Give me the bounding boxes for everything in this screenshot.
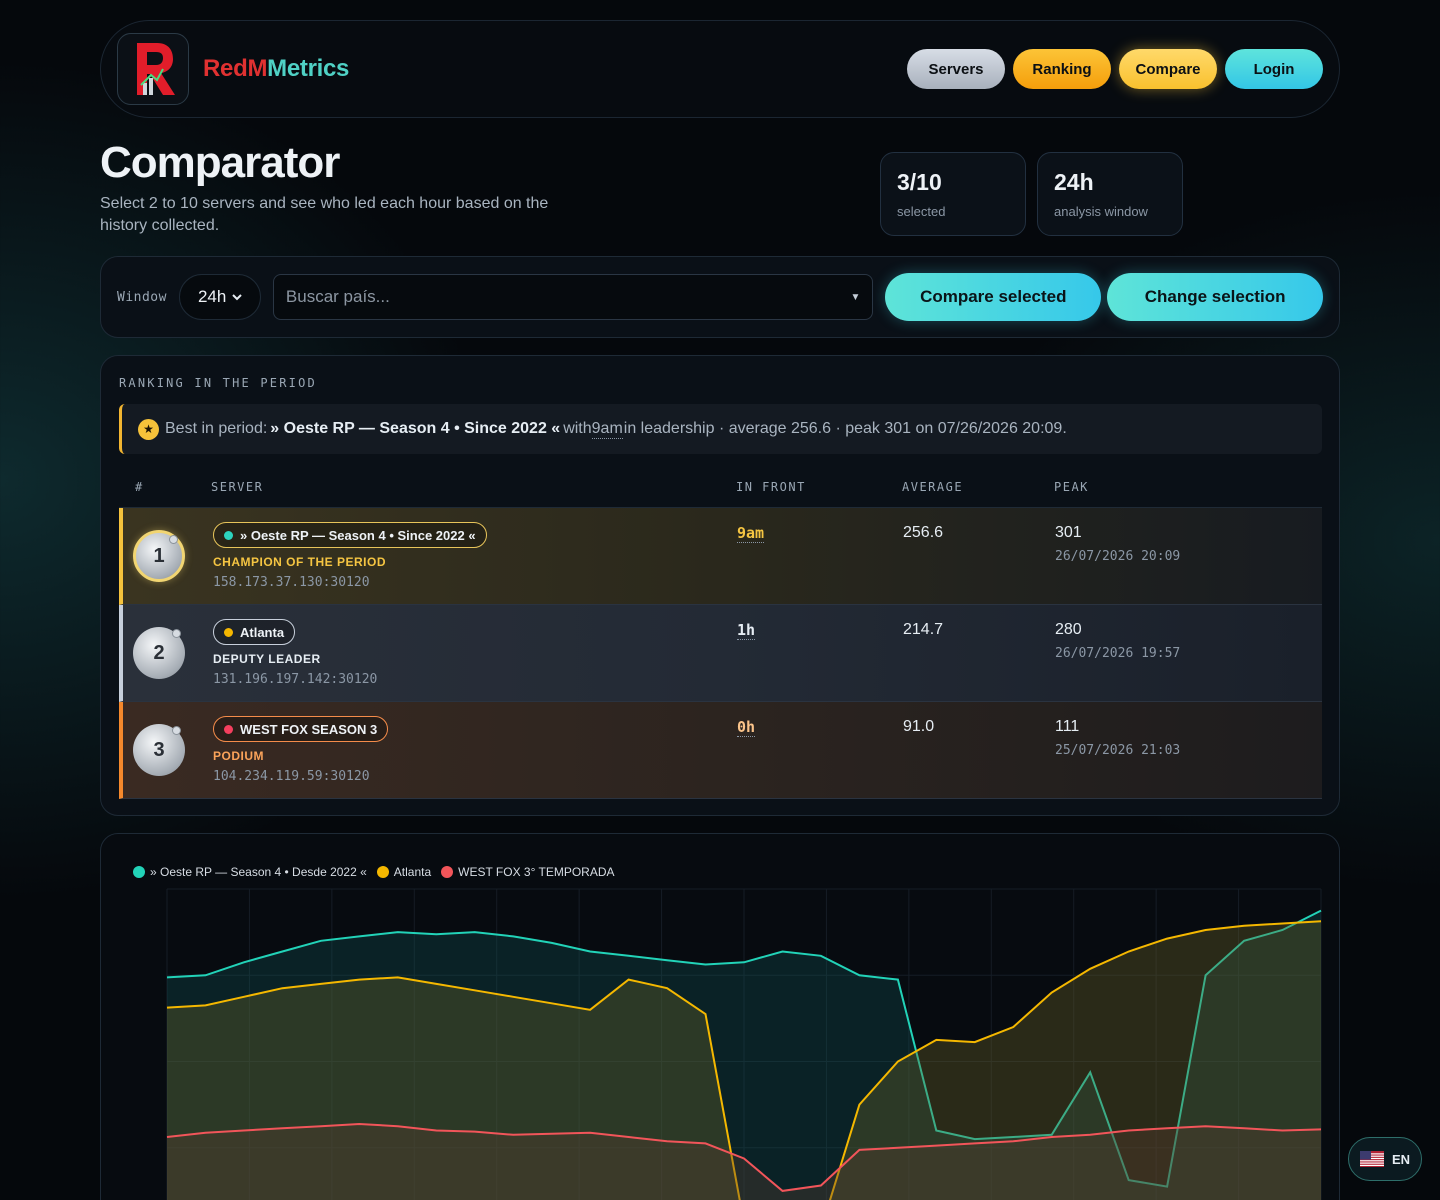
average-value: 256.6 bbox=[903, 524, 944, 541]
brand-red: RedM bbox=[203, 55, 268, 82]
average-value: 91.0 bbox=[903, 718, 935, 735]
rank-number: 1 bbox=[153, 544, 165, 567]
chevron-down-icon bbox=[232, 293, 242, 300]
change-selection-button[interactable]: Change selection bbox=[1107, 273, 1323, 321]
server-role: PODIUM bbox=[213, 749, 264, 763]
nav-compare-button[interactable]: Compare bbox=[1119, 49, 1217, 89]
server-name: » Oeste RP — Season 4 • Since 2022 « bbox=[240, 527, 476, 543]
server-role: DEPUTY LEADER bbox=[213, 652, 321, 666]
col-in-front: IN FRONT bbox=[736, 480, 806, 494]
server-pill[interactable]: WEST FOX SEASON 3 bbox=[213, 716, 389, 742]
best-with: with bbox=[563, 420, 592, 437]
window-select[interactable]: 24h bbox=[178, 274, 261, 320]
in-front-value: 9am bbox=[737, 524, 765, 543]
best-prefix: Best in period: bbox=[165, 420, 268, 437]
col-peak: PEAK bbox=[1054, 480, 1089, 494]
col-server: SERVER bbox=[211, 480, 264, 494]
window-stat-card: 24h analysis window bbox=[1037, 152, 1183, 236]
server-ip: 158.173.37.130:30120 bbox=[213, 575, 370, 590]
server-name: Atlanta bbox=[240, 624, 285, 640]
logo-icon bbox=[137, 43, 175, 95]
in-front-value: 0h bbox=[737, 718, 756, 737]
brand-name: RedMMetrics bbox=[203, 55, 349, 83]
us-flag-icon bbox=[1359, 1151, 1384, 1167]
server-pill[interactable]: » Oeste RP — Season 4 • Since 2022 « bbox=[213, 522, 487, 548]
best-in-period-banner: ★ Best in period: » Oeste RP — Season 4 … bbox=[119, 404, 1322, 454]
nav-ranking-button[interactable]: Ranking bbox=[1013, 49, 1111, 89]
peak-date: 26/07/2026 19:57 bbox=[1055, 646, 1181, 661]
silver-medal-icon: 2 bbox=[133, 627, 185, 679]
peak-value: 111 bbox=[1055, 718, 1080, 735]
col-rank: # bbox=[135, 480, 144, 494]
stat-value: 3/10 bbox=[897, 169, 942, 195]
page-title: Comparator bbox=[100, 138, 340, 187]
nav-menu: Servers Ranking Compare Login bbox=[907, 49, 1323, 89]
search-placeholder: Buscar país... bbox=[285, 287, 390, 306]
table-row[interactable]: 1 » Oeste RP — Season 4 • Since 2022 « C… bbox=[119, 508, 1322, 605]
col-average: AVERAGE bbox=[902, 480, 964, 494]
best-server-name: » Oeste RP — Season 4 • Since 2022 « bbox=[270, 420, 561, 437]
star-icon: ★ bbox=[138, 418, 159, 440]
window-select-value: 24h bbox=[197, 287, 227, 306]
peak-value: 301 bbox=[1055, 524, 1082, 541]
country-search-input[interactable]: Buscar país... ▼ bbox=[272, 274, 874, 320]
server-ip: 104.234.119.59:30120 bbox=[213, 769, 370, 784]
status-dot-icon bbox=[224, 724, 233, 734]
controls-bar: Window 24h Buscar país... ▼ Compare sele… bbox=[100, 256, 1340, 338]
table-row[interactable]: 2 Atlanta DEPUTY LEADER 131.196.197.142:… bbox=[119, 605, 1322, 702]
server-ip: 131.196.197.142:30120 bbox=[213, 672, 378, 687]
area-chart[interactable] bbox=[101, 834, 1340, 1200]
best-hours: 9am bbox=[591, 419, 623, 439]
gold-medal-icon: 1 bbox=[133, 530, 185, 582]
stat-label: analysis window bbox=[1054, 204, 1148, 219]
table-row[interactable]: 3 WEST FOX SEASON 3 PODIUM 104.234.119.5… bbox=[119, 702, 1322, 799]
server-role: CHAMPION OF THE PERIOD bbox=[213, 555, 387, 569]
comparison-chart-card: » Oeste RP — Season 4 • Desde 2022 « Atl… bbox=[100, 833, 1340, 1200]
stat-label: selected bbox=[897, 204, 946, 219]
bronze-medal-icon: 3 bbox=[133, 724, 185, 776]
rank-number: 2 bbox=[153, 641, 165, 664]
brand-logo[interactable] bbox=[117, 33, 189, 105]
server-pill[interactable]: Atlanta bbox=[213, 619, 296, 645]
ranking-section-title: RANKING IN THE PERIOD bbox=[119, 376, 317, 390]
in-front-value: 1h bbox=[737, 621, 756, 640]
dropdown-triangle-icon: ▼ bbox=[850, 291, 861, 303]
average-value: 214.7 bbox=[903, 621, 944, 638]
language-switcher[interactable]: EN bbox=[1348, 1137, 1422, 1181]
ranking-table-header: # SERVER IN FRONT AVERAGE PEAK bbox=[119, 474, 1322, 508]
rank-number: 3 bbox=[153, 738, 165, 761]
nav-login-button[interactable]: Login bbox=[1225, 49, 1323, 89]
language-code: EN bbox=[1391, 1151, 1411, 1167]
window-label: Window bbox=[117, 289, 167, 305]
status-dot-icon bbox=[224, 530, 233, 540]
status-dot-icon bbox=[224, 627, 233, 637]
brand-teal: Metrics bbox=[267, 55, 350, 82]
peak-value: 280 bbox=[1055, 621, 1082, 638]
top-navbar: RedMMetrics Servers Ranking Compare Logi… bbox=[100, 20, 1340, 118]
selected-stat-card: 3/10 selected bbox=[880, 152, 1026, 236]
stat-value: 24h bbox=[1054, 169, 1094, 195]
ranking-card: RANKING IN THE PERIOD ★ Best in period: … bbox=[100, 355, 1340, 816]
peak-date: 26/07/2026 20:09 bbox=[1055, 549, 1181, 564]
compare-selected-button[interactable]: Compare selected bbox=[885, 273, 1102, 321]
server-name: WEST FOX SEASON 3 bbox=[240, 721, 378, 737]
page-subtitle: Select 2 to 10 servers and see who led e… bbox=[100, 195, 549, 234]
best-rest: in leadership · average 256.6 · peak 301… bbox=[623, 420, 1067, 437]
peak-date: 25/07/2026 21:03 bbox=[1055, 743, 1181, 758]
nav-servers-button[interactable]: Servers bbox=[907, 49, 1005, 89]
